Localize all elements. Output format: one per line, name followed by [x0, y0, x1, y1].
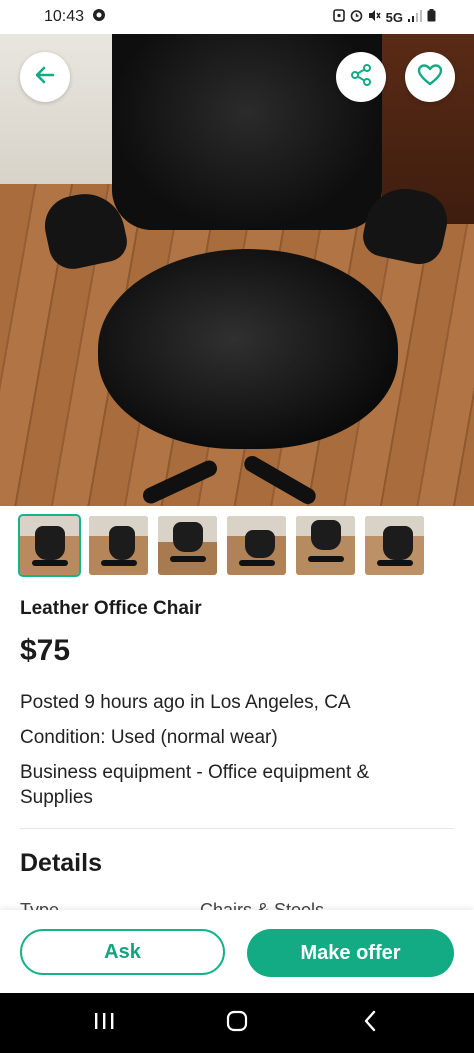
thumbnail-6[interactable] [365, 516, 424, 575]
make-offer-button[interactable]: Make offer [247, 929, 454, 977]
network-type: 5G [385, 9, 403, 25]
thumbnail-strip [18, 514, 424, 577]
ask-button[interactable]: Ask [20, 929, 225, 975]
recent-apps-button[interactable] [74, 993, 134, 1053]
back-button[interactable] [20, 52, 70, 102]
recent-apps-icon [93, 1011, 115, 1036]
alarm-icon [350, 9, 363, 25]
share-button[interactable] [336, 52, 386, 102]
detail-type-label: Type [20, 900, 60, 910]
home-icon [226, 1010, 248, 1037]
thumbnail-2[interactable] [89, 516, 148, 575]
category-info[interactable]: Business equipment - Office equipment & … [20, 760, 440, 810]
favorite-button[interactable] [405, 52, 455, 102]
listing-photo[interactable] [0, 34, 474, 506]
detail-type-value: Chairs & Stools [200, 900, 325, 910]
listing-title: Leather Office Chair [20, 598, 202, 619]
battery-icon [427, 9, 436, 25]
chair-seat [98, 249, 398, 449]
app-notification-icon [92, 8, 106, 27]
heart-icon [417, 63, 443, 92]
chair-base [140, 444, 320, 506]
status-time: 10:43 [44, 8, 85, 25]
section-divider [20, 828, 454, 829]
system-nav-bar [0, 993, 474, 1053]
action-bar: Ask Make offer [0, 910, 474, 993]
thumbnail-1[interactable] [18, 514, 81, 577]
mute-icon [368, 9, 381, 25]
arrow-left-icon [33, 63, 57, 92]
home-button[interactable] [207, 993, 267, 1053]
status-bar: 10:43 5G [0, 0, 474, 34]
nfc-icon [332, 9, 345, 25]
thumbnail-4[interactable] [227, 516, 286, 575]
condition-info: Condition: Used (normal wear) [20, 727, 278, 748]
posted-info: Posted 9 hours ago in Los Angeles, CA [20, 692, 351, 713]
share-icon [349, 63, 373, 92]
listing-price: $75 [20, 634, 71, 667]
thumbnail-5[interactable] [296, 516, 355, 575]
thumbnail-3[interactable] [158, 516, 217, 575]
details-heading: Details [20, 849, 102, 877]
signal-icon [408, 9, 422, 25]
system-back-button[interactable] [340, 993, 400, 1053]
chevron-left-icon [362, 1010, 378, 1037]
